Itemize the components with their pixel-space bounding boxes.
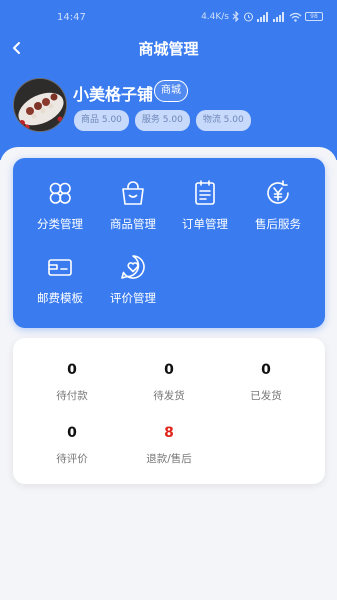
stat-label: 已发货 xyxy=(250,390,282,402)
shop-type-badge: 商城 xyxy=(154,80,188,102)
bluetooth-icon xyxy=(232,11,239,22)
status-icons: 4.4K/s 98 xyxy=(201,11,323,22)
menu-label: 分类管理 xyxy=(37,217,83,231)
stat-label: 待发货 xyxy=(153,390,185,402)
menu-item-after-sales[interactable]: 售后服务 xyxy=(242,178,314,238)
menu-item-postage[interactable]: 邮费模板 xyxy=(24,252,96,312)
menu-label: 评价管理 xyxy=(110,291,156,305)
menu-label: 商品管理 xyxy=(110,217,156,231)
food-photo xyxy=(14,79,66,131)
stat-value: 0 xyxy=(261,362,271,378)
stat-label: 待评价 xyxy=(56,453,88,465)
battery-icon: 98 xyxy=(305,12,323,21)
stat-label: 待付款 xyxy=(56,390,88,402)
stat-value: 0 xyxy=(67,425,77,441)
navigation-bar: 商城管理 xyxy=(0,34,337,62)
alarm-icon xyxy=(244,12,253,22)
management-menu: 分类管理 商品管理 订单管理 售后服务 邮费模板 评价管理 xyxy=(13,158,325,328)
stat-pending-shipment[interactable]: 0 待发货 xyxy=(129,362,209,403)
page-title: 商城管理 xyxy=(138,40,199,58)
menu-item-reviews[interactable]: 评价管理 xyxy=(97,252,169,312)
postage-icon xyxy=(48,259,72,276)
shopping-bag-icon xyxy=(122,181,144,205)
rating-badge-logistics: 物流 5.00 xyxy=(195,110,251,131)
menu-label: 订单管理 xyxy=(182,217,228,231)
menu-item-orders[interactable]: 订单管理 xyxy=(169,178,241,238)
stat-value: 8 xyxy=(164,425,174,441)
review-heart-icon xyxy=(121,255,145,279)
status-time: 14:47 xyxy=(57,12,86,23)
wifi-icon xyxy=(289,12,302,22)
rating-badge-product: 商品 5.00 xyxy=(74,110,129,131)
menu-item-category[interactable]: 分类管理 xyxy=(24,178,96,238)
stat-refunds[interactable]: 8 退款/售后 xyxy=(129,425,209,466)
network-speed: 4.4K/s xyxy=(201,11,229,22)
stat-value: 0 xyxy=(67,362,77,378)
stat-shipped[interactable]: 0 已发货 xyxy=(226,362,306,403)
stat-pending-review[interactable]: 0 待评价 xyxy=(32,425,112,466)
menu-label: 售后服务 xyxy=(255,217,301,231)
shop-name: 小美格子铺 xyxy=(73,85,154,104)
order-list-icon xyxy=(195,180,215,205)
status-bar: 14:47 4.4K/s 98 xyxy=(0,8,337,28)
stat-pending-payment[interactable]: 0 待付款 xyxy=(32,362,112,403)
stat-label: 退款/售后 xyxy=(146,453,192,465)
yuan-refund-icon xyxy=(267,180,289,204)
stat-value: 0 xyxy=(164,362,174,378)
menu-label: 邮费模板 xyxy=(37,291,83,305)
signal-icon xyxy=(257,11,268,22)
rating-badge-service: 服务 5.00 xyxy=(134,110,190,131)
order-status-card: 0 待付款 0 待发货 0 已发货 0 待评价 8 退款/售后 xyxy=(13,338,325,484)
shop-ratings: 商品 5.00 服务 5.00 物流 5.00 xyxy=(74,110,251,131)
category-icon xyxy=(49,182,71,204)
menu-item-products[interactable]: 商品管理 xyxy=(97,178,169,238)
signal-icon xyxy=(273,11,284,22)
shop-avatar[interactable] xyxy=(13,78,67,132)
